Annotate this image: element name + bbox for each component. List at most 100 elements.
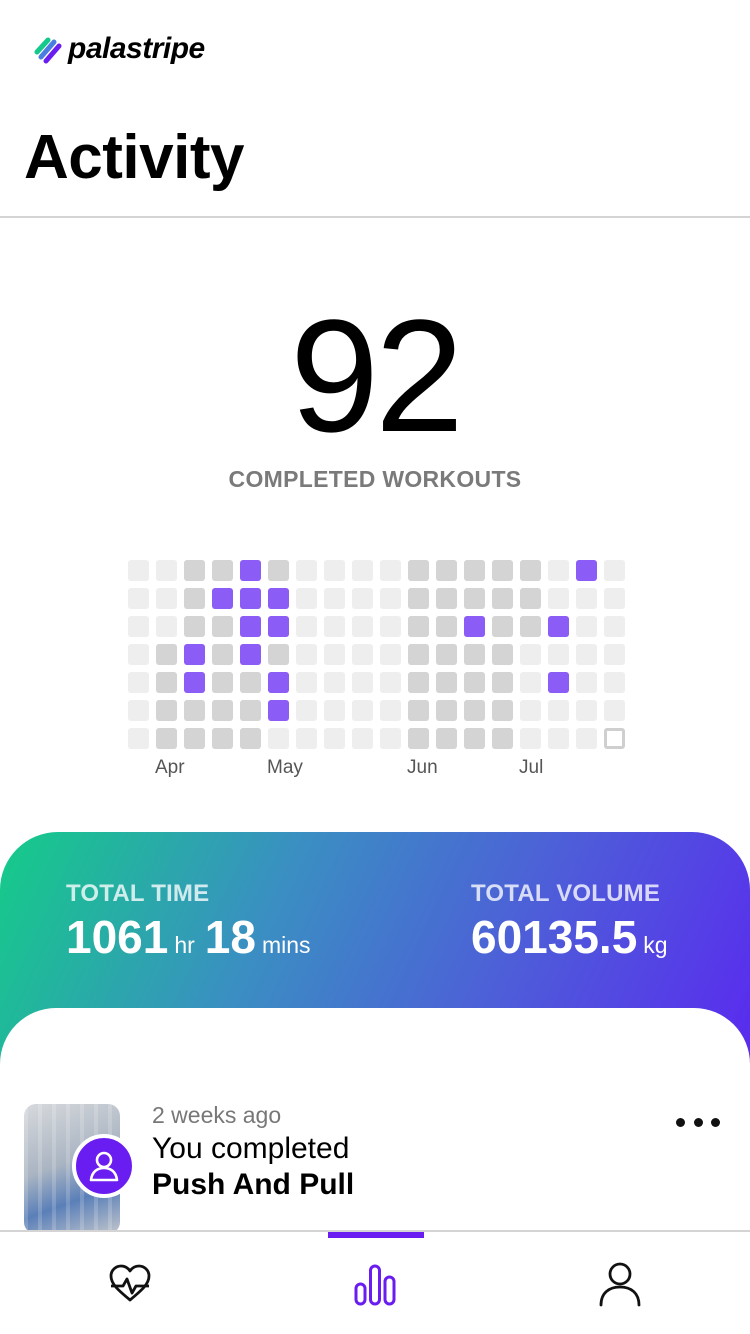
- heatmap-cell: [604, 672, 625, 693]
- heatmap-cell: [324, 616, 345, 637]
- heatmap-cell: [240, 560, 261, 581]
- heatmap-cell: [268, 616, 289, 637]
- heatmap-cell: [268, 700, 289, 721]
- heatmap-cell: [548, 672, 569, 693]
- heatmap-cell: [464, 700, 485, 721]
- heatmap-cell: [268, 728, 289, 749]
- heatmap-cell: [156, 672, 177, 693]
- tab-profile[interactable]: [495, 1232, 745, 1334]
- total-volume: 60135.5: [471, 911, 638, 963]
- heatmap-cell: [184, 672, 205, 693]
- heatmap-cell: [184, 700, 205, 721]
- heatmap-cell: [464, 644, 485, 665]
- heatmap-cell: [492, 672, 513, 693]
- tab-activity[interactable]: [250, 1232, 500, 1334]
- user-avatar[interactable]: [72, 1134, 136, 1198]
- heatmap-cell: [492, 588, 513, 609]
- user-icon: [89, 1151, 119, 1182]
- heatmap-cell: [380, 588, 401, 609]
- heatmap-cell: [352, 644, 373, 665]
- completed-workouts-label: COMPLETED WORKOUTS: [228, 466, 522, 492]
- heatmap-cell: [296, 700, 317, 721]
- heatmap-cell: [548, 644, 569, 665]
- heatmap-cell: [240, 644, 261, 665]
- heatmap-cell: [268, 672, 289, 693]
- heatmap-cell: [604, 588, 625, 609]
- heatmap-cell: [156, 644, 177, 665]
- month-label-jul: Jul: [519, 757, 544, 778]
- heatmap-cell: [380, 616, 401, 637]
- heatmap-cell: [520, 560, 541, 581]
- heatmap-cell: [184, 616, 205, 637]
- heatmap-cell: [128, 644, 149, 665]
- heatmap-cell: [156, 616, 177, 637]
- heatmap-cell: [464, 560, 485, 581]
- heatmap-cell: [548, 728, 569, 749]
- more-options-button[interactable]: [676, 1110, 720, 1134]
- total-volume-stat: TOTAL VOLUME 60135.5 kg: [471, 880, 678, 964]
- heatmap-cell: [436, 728, 457, 749]
- month-label-jun: Jun: [407, 757, 438, 778]
- heatmap-cell: [156, 588, 177, 609]
- heatmap-cell: [156, 728, 177, 749]
- completed-workouts-count: 92: [290, 286, 464, 465]
- heatmap-cell: [604, 644, 625, 665]
- heatmap-cell: [492, 616, 513, 637]
- heatmap-cell: [492, 644, 513, 665]
- heatmap-cell: [128, 672, 149, 693]
- heatmap-cell: [128, 560, 149, 581]
- heatmap-cell: [212, 728, 233, 749]
- heatmap-cell: [212, 588, 233, 609]
- total-time-value: 1061 hr 18 mins: [66, 910, 321, 964]
- brand-name: palastripe: [68, 32, 205, 65]
- heatmap-cell: [408, 560, 429, 581]
- heatmap-cell: [156, 700, 177, 721]
- page-title: Activity: [24, 123, 244, 192]
- heatmap-cell: [492, 728, 513, 749]
- heart-pulse-icon: [109, 1264, 151, 1302]
- heatmap-cell: [296, 588, 317, 609]
- heatmap-cell: [436, 644, 457, 665]
- heatmap-cell: [380, 728, 401, 749]
- minutes-unit: mins: [261, 932, 311, 958]
- heatmap-cell: [520, 588, 541, 609]
- heatmap-cell: [548, 700, 569, 721]
- heatmap-cell: [352, 728, 373, 749]
- heatmap-cell: [240, 728, 261, 749]
- heatmap-cell: [212, 644, 233, 665]
- heatmap-cell: [212, 672, 233, 693]
- heatmap-cell: [520, 672, 541, 693]
- heatmap-cell: [296, 644, 317, 665]
- heatmap-cell: [184, 728, 205, 749]
- heatmap-cell: [240, 700, 261, 721]
- heatmap-cell: [268, 644, 289, 665]
- heatmap-cell: [240, 588, 261, 609]
- heatmap-cell: [324, 700, 345, 721]
- heatmap-cell: [436, 560, 457, 581]
- heatmap-cell: [576, 616, 597, 637]
- heatmap-cell: [324, 672, 345, 693]
- bar-chart-icon: [354, 1264, 396, 1306]
- heatmap-cell: [128, 700, 149, 721]
- heatmap-cell: [212, 560, 233, 581]
- more-icon-dot: [693, 1117, 703, 1127]
- app-header: palastripe Activity: [0, 0, 750, 218]
- heatmap-cell: [408, 728, 429, 749]
- heatmap-cell: [436, 700, 457, 721]
- heatmap-cell: [576, 644, 597, 665]
- heatmap-cell: [380, 672, 401, 693]
- month-label-apr: Apr: [155, 757, 185, 778]
- heatmap-cell: [380, 644, 401, 665]
- heatmap-cell: [324, 588, 345, 609]
- more-icon-dot: [711, 1117, 720, 1127]
- heatmap-cell: [604, 616, 625, 637]
- logo-mark-icon: [34, 37, 62, 64]
- heatmap-cell: [548, 588, 569, 609]
- heatmap-cell: [436, 672, 457, 693]
- heatmap-cell: [576, 700, 597, 721]
- tab-health[interactable]: [5, 1232, 255, 1334]
- brand-logo: palastripe: [34, 32, 205, 66]
- heatmap-cell: [464, 728, 485, 749]
- heatmap-cell: [128, 588, 149, 609]
- feed-item-workout-name[interactable]: Push And Pull: [152, 1168, 354, 1202]
